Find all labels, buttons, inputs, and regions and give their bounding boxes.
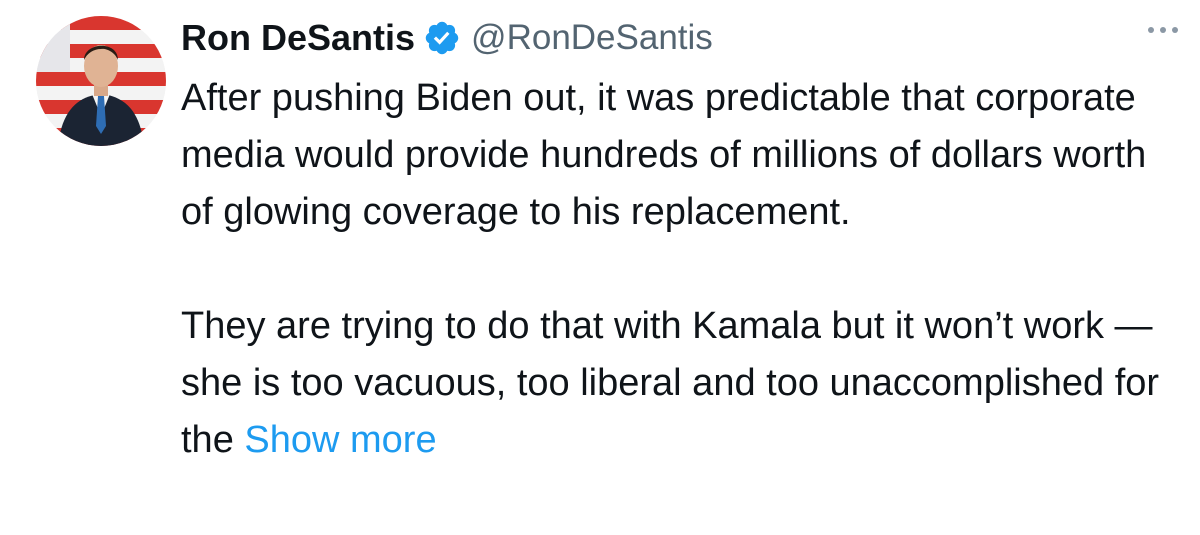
tweet-content: Ron DeSantis @RonDeSantis After pushing … <box>181 6 1171 469</box>
verified-badge-icon <box>423 19 461 57</box>
author-name[interactable]: Ron DeSantis <box>181 17 415 59</box>
tweet-paragraph-2: They are trying to do that with Kamala b… <box>181 298 1171 469</box>
tweet-paragraph-1: After pushing Biden out, it was predicta… <box>181 77 1147 233</box>
more-options-icon[interactable] <box>1143 20 1183 40</box>
show-more-link[interactable]: Show more <box>244 419 436 461</box>
author-handle[interactable]: @RonDeSantis <box>471 18 713 58</box>
tweet-header: Ron DeSantis @RonDeSantis <box>181 6 1171 70</box>
avatar-photo <box>36 16 166 146</box>
tweet-card: Ron DeSantis @RonDeSantis After pushing … <box>0 0 1200 535</box>
avatar[interactable] <box>36 16 166 146</box>
tweet-text: After pushing Biden out, it was predicta… <box>181 70 1171 469</box>
